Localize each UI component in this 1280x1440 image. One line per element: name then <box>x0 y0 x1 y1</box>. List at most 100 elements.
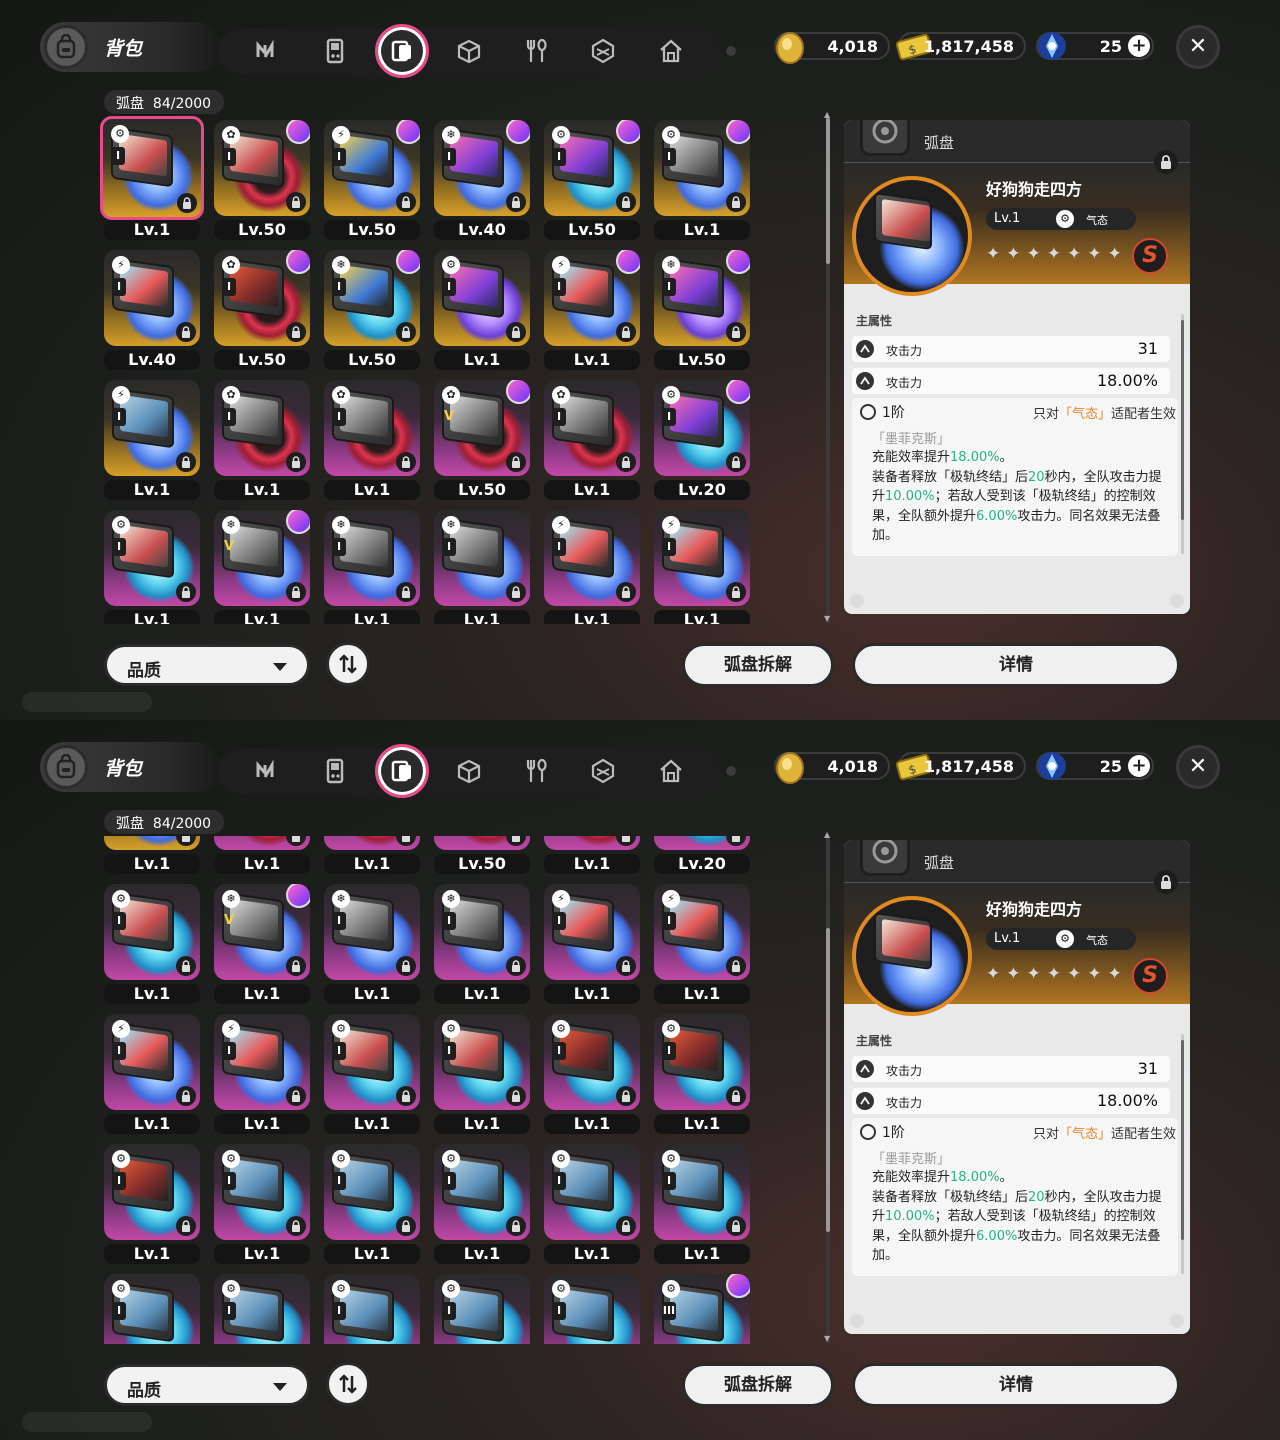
disc-card[interactable]: ⚙ I Lv.1 <box>100 880 200 1004</box>
detail-scroll-thumb[interactable] <box>1181 320 1184 520</box>
disc-card[interactable]: ✿ILv.1 <box>320 376 420 500</box>
disc-card[interactable]: ✿ILv.1 <box>210 376 310 500</box>
disc-card[interactable]: ⚡ I Lv.50 <box>320 116 420 240</box>
scroll-down-arrow-icon[interactable]: ▼ <box>824 615 832 623</box>
close-button[interactable]: ✕ <box>1176 745 1220 789</box>
disc-card[interactable]: ⚙ILv.20 <box>650 376 750 500</box>
grid-scroll-thumb[interactable] <box>826 118 830 264</box>
disc-card-art: ⚙I <box>654 120 750 216</box>
disc-card[interactable]: ⚙ I Lv.1 <box>540 1140 640 1264</box>
disc-card[interactable]: ⚙ I Lv.1 <box>100 1140 200 1264</box>
disc-card[interactable]: ✿ I Lv.50 <box>210 246 310 370</box>
disc-card[interactable]: ❄ V Lv.1 <box>210 506 310 624</box>
disc-card[interactable]: ⚡ILv.1 <box>100 836 200 874</box>
attribute-icon: ⚡ <box>662 890 680 908</box>
tab-fork-spoon[interactable] <box>518 752 556 790</box>
lock-toggle-icon[interactable] <box>1154 150 1178 174</box>
tab-fork-spoon[interactable] <box>518 32 556 70</box>
sort-quality-select[interactable]: 品质 <box>104 644 310 686</box>
disc-card[interactable]: ⚡ I Lv.40 <box>100 246 200 370</box>
rank-icon: V <box>223 913 235 928</box>
disc-card[interactable]: ⚡ILv.1 <box>100 1010 200 1134</box>
dismantle-button[interactable]: 弧盘拆解 <box>682 1363 834 1407</box>
disc-card[interactable]: ❄ I Lv.1 <box>430 506 530 624</box>
disc-card[interactable]: ✿ILv.1 <box>540 376 640 500</box>
tab-handheld-console[interactable] <box>316 752 354 790</box>
disc-card[interactable]: ❄ I Lv.50 <box>320 246 420 370</box>
disc-card[interactable]: ⚙ILv.20 <box>650 836 750 874</box>
disc-card[interactable]: ❄ I Lv.1 <box>430 880 530 1004</box>
disc-grid[interactable]: ⚙ I Lv.1 ✿ I Lv.50 ⚡ I Lv.50 ❄ I Lv.40 ⚙ I Lv.50 ⚙ I Lv.1… <box>100 116 760 624</box>
disc-card[interactable]: ❄ I Lv.1 <box>320 506 420 624</box>
grid-scroll-thumb[interactable] <box>826 928 830 1232</box>
tab-n-logo[interactable] <box>248 32 286 70</box>
disc-grid[interactable]: ⚡ILv.1 ✿ILv.1 ✿ILv.1 ✿VLv.50 ✿ILv.1 ⚙ILv.20 ⚙I… <box>100 836 760 1344</box>
scroll-up-arrow-icon[interactable]: ▲ <box>824 111 832 119</box>
disc-card[interactable]: ✿VLv.50 <box>430 376 530 500</box>
disc-card[interactable]: ⚙ I <box>540 1270 640 1344</box>
tab-cube-emblem[interactable] <box>584 32 622 70</box>
disc-card[interactable]: ⚙ I <box>430 1270 530 1344</box>
disc-card[interactable]: ❄ I Lv.50 <box>650 246 750 370</box>
disc-card[interactable]: ⚙ III <box>650 1270 750 1344</box>
disc-card[interactable]: ⚡ILv.1 <box>650 506 750 624</box>
sort-order-button[interactable] <box>326 1362 370 1406</box>
disc-card[interactable]: ✿ILv.1 <box>540 836 640 874</box>
scroll-up-arrow-icon[interactable]: ▲ <box>824 831 832 839</box>
disc-card[interactable]: ❄ I Lv.1 <box>320 880 420 1004</box>
details-button[interactable]: 详情 <box>852 643 1180 687</box>
disc-card[interactable]: ✿ I Lv.50 <box>210 116 310 240</box>
disc-card[interactable]: ⚙ I Lv.1 <box>100 506 200 624</box>
disc-card[interactable]: ⚙ I <box>210 1270 310 1344</box>
tab-box[interactable] <box>450 32 488 70</box>
disc-card[interactable]: ⚙ I Lv.1 <box>650 1140 750 1264</box>
tab-house[interactable] <box>652 752 690 790</box>
add-currency-button[interactable]: + <box>1128 35 1150 57</box>
detail-body[interactable]: 主属性 攻击力 31 攻击力 18.00% 1阶 只对「气态」适配者生效 「墨菲… <box>844 1004 1190 1334</box>
disc-card[interactable]: ⚙ I Lv.1 <box>210 1140 310 1264</box>
tab-cube-emblem[interactable] <box>584 752 622 790</box>
detail-scroll-thumb[interactable] <box>1181 1040 1184 1240</box>
disc-card[interactable]: ⚙ I Lv.1 <box>320 1140 420 1264</box>
disc-card[interactable]: ⚙ I Lv.1 <box>430 1140 530 1264</box>
lock-toggle-icon[interactable] <box>1154 870 1178 894</box>
disc-card[interactable]: ⚙ I Lv.1 <box>430 246 530 370</box>
add-currency-button[interactable]: + <box>1128 755 1150 777</box>
disc-card[interactable]: ⚡ILv.1 <box>650 880 750 1004</box>
sort-order-button[interactable] <box>326 642 370 686</box>
detail-body[interactable]: 主属性 攻击力 31 攻击力 18.00% 1阶 只对「气态」适配者生效 「墨菲… <box>844 284 1190 614</box>
disc-card[interactable]: ⚙ I Lv.1 <box>650 1010 750 1134</box>
disc-card[interactable]: ✿VLv.50 <box>430 836 530 874</box>
lock-icon <box>396 322 416 342</box>
details-button[interactable]: 详情 <box>852 1363 1180 1407</box>
disc-card[interactable]: ✿ILv.1 <box>210 836 310 874</box>
dismantle-button[interactable]: 弧盘拆解 <box>682 643 834 687</box>
disc-card[interactable]: ⚙ I Lv.1 <box>540 1010 640 1134</box>
disc-card[interactable]: ⚙ I <box>100 1270 200 1344</box>
scroll-down-arrow-icon[interactable]: ▼ <box>824 1335 832 1343</box>
disc-card[interactable]: ❄ I Lv.40 <box>430 116 530 240</box>
disc-card[interactable]: ⚙ I Lv.1 <box>320 1010 420 1134</box>
disc-card[interactable]: ⚙ I Lv.1 <box>650 116 750 240</box>
disc-card[interactable]: ⚡ILv.1 <box>100 376 200 500</box>
sort-quality-select[interactable]: 品质 <box>104 1364 310 1406</box>
tab-handheld-console[interactable] <box>316 32 354 70</box>
disc-card[interactable]: ⚡ILv.1 <box>540 506 640 624</box>
disc-card[interactable]: ✿ILv.1 <box>320 836 420 874</box>
handheld-console-icon <box>326 38 344 64</box>
disc-card[interactable]: ⚡ILv.1 <box>540 880 640 1004</box>
tab-house[interactable] <box>652 32 690 70</box>
rank-icon: I <box>662 912 676 930</box>
disc-card[interactable]: ⚙ I Lv.1 <box>430 1010 530 1134</box>
tab-box[interactable] <box>450 752 488 790</box>
tab-disc-case[interactable] <box>375 24 429 78</box>
tab-n-logo[interactable] <box>248 752 286 790</box>
tab-disc-case[interactable] <box>375 744 429 798</box>
close-button[interactable]: ✕ <box>1176 25 1220 69</box>
disc-card[interactable]: ❄ V Lv.1 <box>210 880 310 1004</box>
disc-card[interactable]: ⚙ I Lv.1 <box>100 116 204 240</box>
disc-card[interactable]: ⚙ I <box>320 1270 420 1344</box>
disc-card[interactable]: ⚡ILv.1 <box>540 246 640 370</box>
disc-card[interactable]: ⚡ILv.1 <box>210 1010 310 1134</box>
disc-card[interactable]: ⚙ I Lv.50 <box>540 116 640 240</box>
